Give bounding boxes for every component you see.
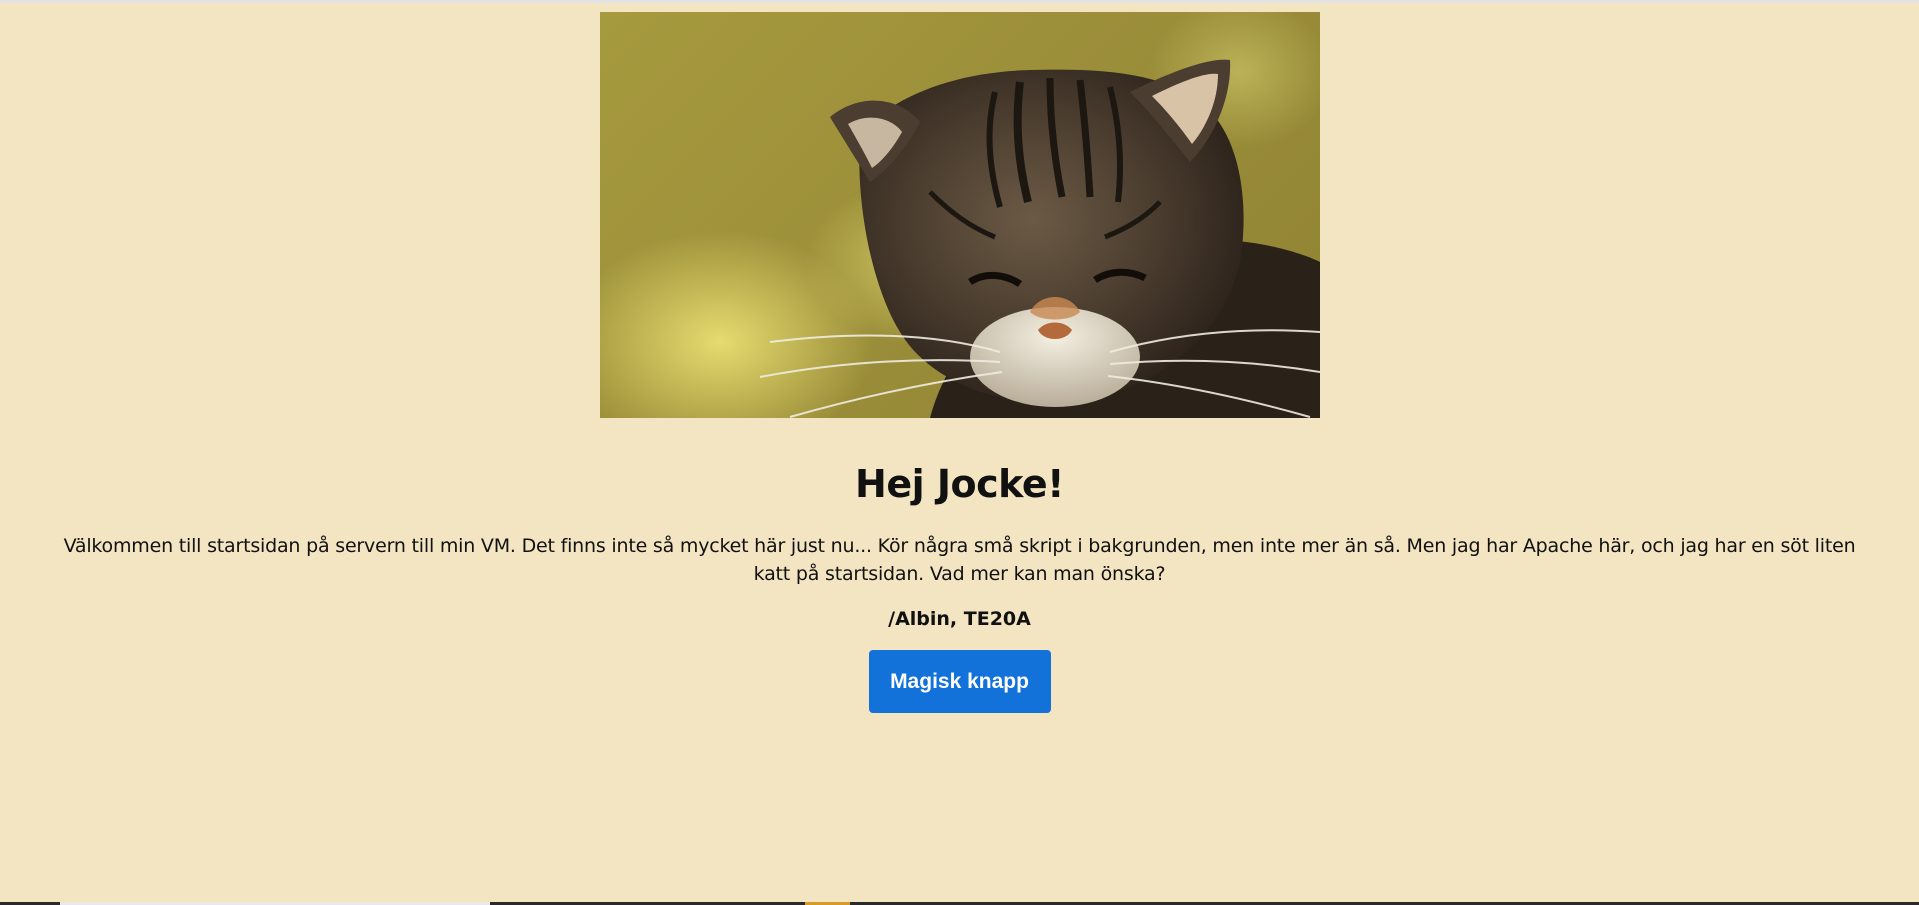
cat-illustration bbox=[759, 59, 1320, 418]
page-content: Hej Jocke! Välkommen till startsidan på … bbox=[0, 0, 1919, 905]
intro-text: Välkommen till startsidan på servern til… bbox=[63, 535, 1856, 585]
page-title: Hej Jocke! bbox=[855, 462, 1064, 506]
magic-button[interactable]: Magisk knapp bbox=[868, 650, 1051, 713]
signature: /Albin, TE20A bbox=[888, 608, 1031, 630]
cat-photo bbox=[599, 12, 1320, 418]
